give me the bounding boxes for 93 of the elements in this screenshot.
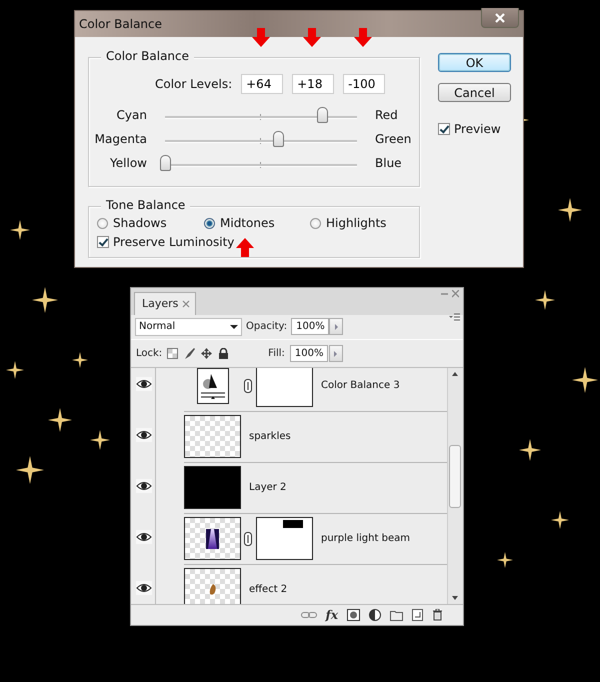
group-label: Tone Balance (101, 198, 190, 212)
sparkle-icon (519, 439, 541, 461)
opacity-field[interactable]: 100% (291, 318, 330, 336)
window-title: Color Balance (79, 17, 162, 31)
eye-icon[interactable] (136, 530, 152, 544)
menu-icon[interactable] (449, 312, 460, 321)
panel-tab[interactable]: Layers (134, 292, 196, 315)
radio-label[interactable]: Highlights (326, 216, 386, 230)
brush-icon[interactable] (184, 348, 196, 360)
sparkle-icon (10, 220, 30, 240)
new-layer-icon[interactable] (412, 609, 423, 622)
sparkle-icon (32, 287, 58, 313)
radio-label[interactable]: Shadows (113, 216, 167, 230)
close-icon (495, 12, 505, 22)
slider-thumb[interactable] (316, 107, 328, 123)
folder-icon[interactable] (390, 609, 403, 622)
field-label: Opacity: (246, 321, 288, 332)
layer-name: purple light beam (321, 533, 410, 544)
mask-icon[interactable] (347, 609, 360, 622)
slider-thumb[interactable] (160, 155, 171, 171)
sparkle-icon (572, 367, 598, 393)
sparkle-icon (90, 430, 110, 450)
layer-row[interactable]: purple light beam (156, 514, 447, 565)
close-icon[interactable] (182, 300, 190, 308)
radio-button[interactable] (204, 218, 215, 228)
layer-thumbnail (184, 466, 241, 510)
tab-label: Layers (142, 297, 178, 310)
checkbox-label[interactable]: Preserve Luminosity (113, 235, 234, 249)
slider-button[interactable] (329, 318, 344, 336)
eye-icon[interactable] (136, 428, 152, 442)
scroll-up-icon[interactable] (452, 372, 458, 376)
move-icon[interactable] (201, 348, 212, 360)
blend-mode-dropdown[interactable]: Normal (135, 318, 242, 336)
layer-row[interactable]: Color Balance 3 (156, 368, 447, 412)
sparkle-icon (16, 456, 44, 484)
field-label: Lock: (136, 348, 162, 360)
fill-field[interactable]: 100% (290, 345, 328, 362)
radio-label[interactable]: Midtones (220, 216, 275, 230)
sparkle-icon (497, 552, 513, 568)
scrollbar[interactable] (447, 368, 463, 604)
sparkle-icon (535, 290, 555, 310)
layer-row[interactable]: Layer 2 (156, 462, 447, 514)
checkbox-label[interactable]: Preview (454, 122, 501, 136)
caret-icon (334, 350, 338, 357)
slider-label: Yellow (109, 156, 147, 170)
layer-thumbnail (184, 415, 241, 458)
dialog-button[interactable]: Cancel (438, 83, 511, 102)
slider-label: Magenta (94, 132, 147, 146)
eye-icon[interactable] (136, 580, 152, 595)
level-field[interactable]: +64 (241, 74, 284, 94)
sparkle-icon (558, 198, 582, 222)
trash-icon[interactable] (432, 609, 443, 622)
dialog-button[interactable]: OK (438, 53, 511, 72)
layer-name: Color Balance 3 (321, 380, 400, 392)
level-field[interactable]: -100 (343, 74, 386, 94)
field-label: Color Levels: (155, 77, 232, 91)
scroll-thumb[interactable] (449, 444, 461, 508)
scroll-down-icon[interactable] (452, 596, 458, 600)
sparkle-icon (551, 511, 569, 529)
slider-button[interactable] (328, 345, 343, 362)
eye-icon[interactable] (136, 376, 152, 391)
slider-label: Blue (375, 156, 402, 170)
lock-icon[interactable] (218, 348, 230, 360)
layer-mask-thumbnail (256, 517, 313, 560)
layer-name: effect 2 (249, 584, 288, 596)
beam-drawing (206, 528, 219, 549)
link-icon[interactable] (244, 532, 252, 546)
checkbox[interactable] (97, 236, 109, 248)
sparkle-icon (48, 408, 72, 432)
slider-label: Green (375, 132, 412, 146)
layer-style-button[interactable]: fx (326, 608, 338, 622)
link-icon[interactable] (244, 378, 252, 393)
slider-label: Red (375, 108, 398, 122)
caret-icon (230, 324, 238, 329)
radio-button[interactable] (97, 218, 108, 228)
layer-row[interactable]: sparkles (156, 412, 447, 463)
layer-name: Layer 2 (249, 482, 286, 494)
caret-icon (334, 324, 338, 330)
checkerboard-icon[interactable] (167, 348, 178, 360)
layer-name: sparkles (249, 431, 291, 442)
sparkle-icon (6, 361, 24, 379)
blob-drawing (208, 584, 216, 596)
radio-button[interactable] (310, 218, 321, 228)
checkbox[interactable] (438, 123, 450, 135)
half-circle-icon[interactable] (369, 609, 381, 622)
group-label: Color Balance (101, 49, 194, 63)
slider-thumb[interactable] (272, 131, 284, 147)
field-label: Fill: (268, 348, 285, 360)
eye-icon[interactable] (136, 478, 152, 493)
slider-label: Cyan (116, 108, 147, 122)
sparkle-icon (72, 352, 88, 368)
level-field[interactable]: +18 (292, 74, 334, 94)
close-button[interactable] (481, 8, 519, 28)
